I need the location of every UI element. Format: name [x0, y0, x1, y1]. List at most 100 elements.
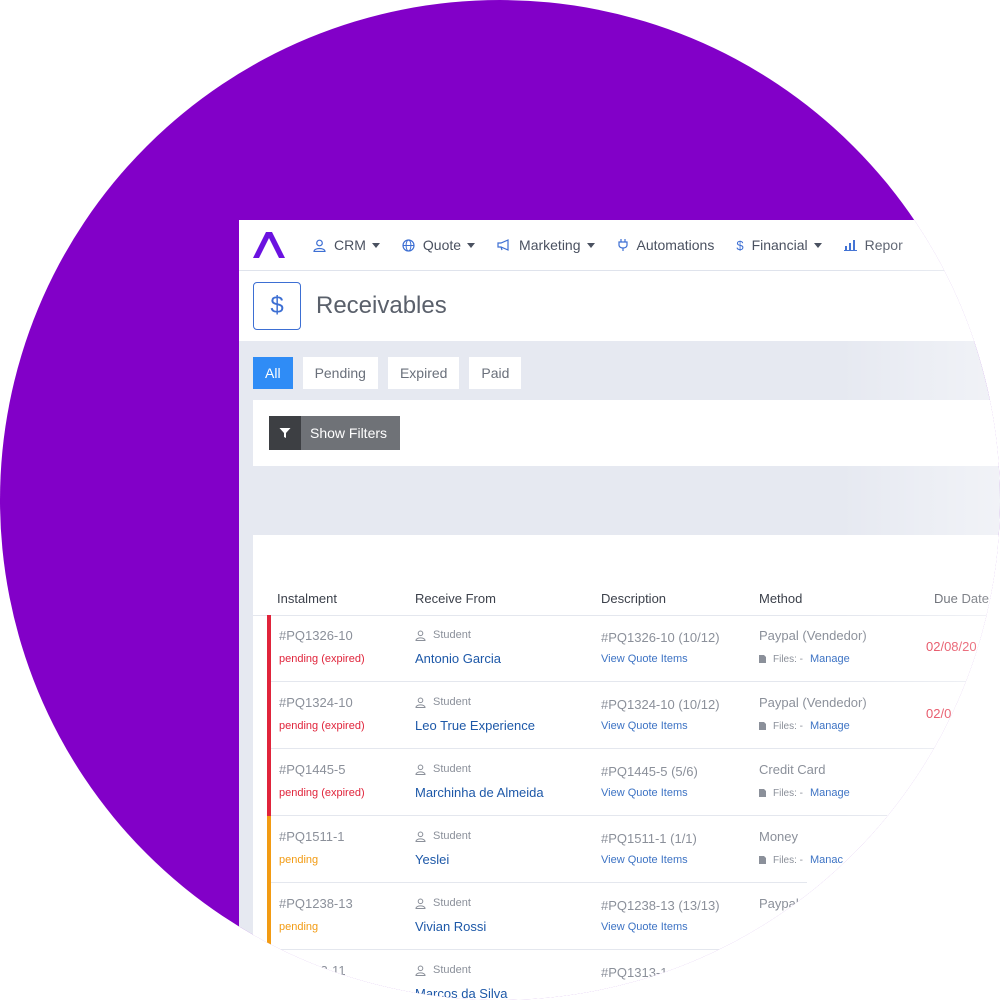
table-row[interactable]: #PQ1445-5 pending (expired) Student Marc… [267, 749, 887, 816]
column-instalment[interactable]: Instalment [277, 591, 337, 606]
tab-all[interactable]: All [253, 357, 293, 389]
instalment-code: #PQ1445-5 [279, 762, 346, 777]
file-icon [759, 856, 766, 864]
view-quote-items-link[interactable]: View Quote Items [601, 921, 688, 933]
view-quote-items-link[interactable]: View Quote Items [601, 787, 688, 799]
globe-icon [402, 238, 415, 252]
student-label: Student [433, 897, 471, 909]
column-method[interactable]: Method [759, 591, 802, 606]
student-label: Student [433, 696, 471, 708]
user-icon [415, 630, 426, 641]
customer-name-link[interactable]: Antonio Garcia [415, 651, 501, 666]
customer-name-link[interactable]: Vivian Rossi [415, 919, 486, 934]
nav-financial[interactable]: $ Financial [736, 237, 822, 253]
status-badge: pending (expired) [279, 653, 365, 665]
nav-reports[interactable]: Repor [843, 237, 903, 253]
column-description[interactable]: Description [601, 591, 666, 606]
table-row[interactable]: 113-11 Student Marcos da Silva #PQ1313-1 [267, 950, 668, 1000]
receivables-table: Instalment Receive From Description Meth… [253, 535, 1000, 1000]
files-info: Files: - Manage [759, 720, 850, 732]
show-filters-label: Show Filters [310, 425, 388, 441]
dollar-icon: $ [736, 237, 744, 253]
payment-method: Paypal (Vendedor) [759, 695, 867, 710]
tab-paid[interactable]: Paid [469, 357, 522, 389]
view-quote-items-link[interactable]: View Quote Items [601, 854, 688, 866]
files-label: Files: - [773, 653, 803, 665]
nav-quote[interactable]: Quote [402, 237, 476, 253]
table-row[interactable]: #PQ1511-1 pending Student Yeslei #PQ1511… [267, 816, 843, 883]
student-tag: Student [415, 897, 471, 909]
payment-method: Paypal (Vendedor) [759, 628, 867, 643]
files-label: Files: - [773, 787, 803, 799]
files-label: Files: - [773, 854, 803, 866]
tab-pending[interactable]: Pending [302, 357, 378, 389]
student-tag: Student [415, 696, 471, 708]
nav-crm-label: CRM [334, 237, 366, 253]
nav-quote-label: Quote [422, 237, 462, 253]
description-code: #PQ1313-1 [601, 965, 668, 980]
status-badge: pending (expired) [279, 720, 365, 732]
status-badge: pending (expired) [279, 787, 365, 799]
student-tag: Student [415, 964, 471, 976]
filters-panel: Show Filters [253, 400, 1000, 466]
payment-method: Money [759, 829, 799, 844]
user-icon [415, 831, 426, 842]
status-indicator [267, 615, 271, 682]
table-row[interactable]: #PQ1238-13 pending Student Vivian Rossi … [267, 883, 799, 950]
column-due-date[interactable]: Due Date [934, 591, 989, 606]
brand-circle-background: CRM Quote Marketing Automations $ Financ… [0, 0, 1000, 1000]
nav-marketing[interactable]: Marketing [497, 237, 595, 253]
view-quote-items-link[interactable]: View Quote Items [601, 720, 688, 732]
nav-reports-label: Repor [864, 237, 903, 253]
view-quote-items-link[interactable]: View Quote Items [601, 653, 688, 665]
file-icon [759, 789, 766, 797]
manage-link[interactable]: Manage [810, 653, 850, 665]
description-code: #PQ1326-10 (10/12) [601, 630, 720, 645]
funnel-icon [269, 416, 301, 450]
files-info: Files: - Manage [759, 653, 850, 665]
manage-link[interactable]: Manac [810, 854, 843, 866]
megaphone-icon [497, 239, 511, 251]
customer-name-link[interactable]: Leo True Experience [415, 718, 535, 733]
instalment-code: #PQ1326-10 [279, 628, 353, 643]
tab-expired[interactable]: Expired [387, 357, 460, 389]
status-indicator [267, 749, 271, 816]
status-indicator [267, 883, 271, 950]
status-indicator [267, 816, 271, 883]
app-logo-icon[interactable] [251, 230, 287, 260]
chevron-down-icon [467, 242, 476, 248]
customer-name-link[interactable]: Marcos da Silva [415, 986, 507, 1000]
file-icon [759, 655, 766, 663]
customer-name-link[interactable]: Yeslei [415, 852, 449, 867]
user-icon [415, 898, 426, 909]
files-info: Files: - Manac [759, 854, 843, 866]
files-info: Files: - Manage [759, 787, 850, 799]
nav-crm[interactable]: CRM [313, 237, 380, 253]
manage-link[interactable]: Manage [810, 787, 850, 799]
description-code: #PQ1238-13 (13/13) [601, 898, 720, 913]
table-row[interactable]: #PQ1326-10 pending (expired) Student Ant… [267, 615, 1000, 682]
due-date: 02/08/20 [926, 639, 977, 654]
show-filters-button[interactable]: Show Filters [269, 416, 401, 450]
status-badge: pending [279, 854, 319, 866]
file-icon [759, 722, 766, 730]
nav-marketing-label: Marketing [519, 237, 581, 253]
files-label: Files: - [773, 720, 803, 732]
instalment-code: #PQ1324-10 [279, 695, 353, 710]
dollar-icon: $ [253, 282, 301, 330]
manage-link[interactable]: Manage [810, 720, 850, 732]
table-row[interactable]: #PQ1324-10 pending (expired) Student Leo… [267, 682, 967, 749]
nav-automations[interactable]: Automations [617, 237, 715, 253]
top-navigation: CRM Quote Marketing Automations $ Financ… [239, 220, 1000, 271]
customer-name-link[interactable]: Marchinha de Almeida [415, 785, 544, 800]
status-indicator [267, 682, 271, 749]
plug-icon [617, 238, 629, 252]
chevron-down-icon [813, 242, 822, 248]
instalment-code: #PQ1238-13 [279, 896, 353, 911]
nav-automations-label: Automations [636, 237, 715, 253]
column-receive-from[interactable]: Receive From [415, 591, 496, 606]
description-code: #PQ1511-1 (1/1) [601, 831, 697, 846]
student-label: Student [433, 830, 471, 842]
chevron-down-icon [586, 242, 595, 248]
student-label: Student [433, 763, 471, 775]
